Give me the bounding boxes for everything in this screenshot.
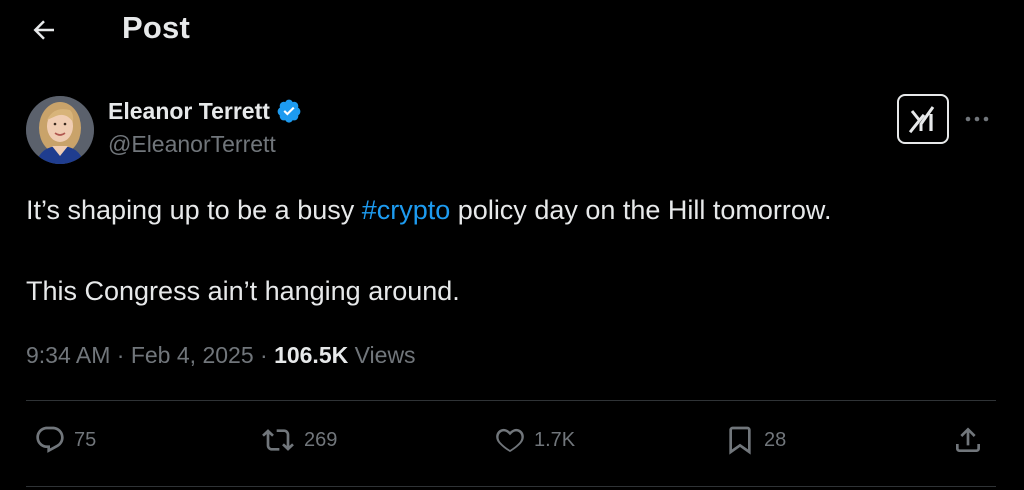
tweet-text-line-1: It’s shaping up to be a busy #crypto pol… [26,192,986,228]
tweet-text-after-hashtag: policy day on the Hill tomorrow. [450,195,832,225]
arrow-left-icon [33,20,54,40]
post-meta: 9:34 AM · Feb 4, 2025 · 106.5K Views [26,340,416,370]
reply-button[interactable]: 75 [34,418,96,462]
author-handle[interactable]: @EleanorTerrett [108,131,276,158]
more-horizontal-icon [965,116,989,122]
share-icon [956,427,980,452]
bookmark-count: 28 [764,428,787,451]
page-title: Post [122,10,190,45]
bookmark-icon [729,426,751,455]
reply-icon [36,426,64,453]
hashtag-link[interactable]: #crypto [362,195,451,225]
heart-icon [496,428,524,453]
views-count[interactable]: 106.5K [274,342,348,369]
repost-button[interactable]: 269 [260,418,337,462]
verified-badge-icon[interactable] [276,98,302,124]
post-time[interactable]: 9:34 AM [26,342,110,369]
meta-separator: · [110,341,131,368]
divider [26,400,996,401]
share-button[interactable] [952,418,984,462]
repost-icon [262,429,294,451]
views-label: Views [348,341,416,368]
author-name-row: Eleanor Terrett [108,96,302,126]
like-button[interactable]: 1.7K [494,418,575,462]
grok-button[interactable] [897,94,949,144]
like-count: 1.7K [534,428,576,451]
post-page: Post Eleanor Terrett @EleanorTerrett It’… [0,0,1024,490]
reply-count: 75 [74,428,97,451]
tweet-text-before-hashtag: It’s shaping up to be a busy [26,195,362,225]
tweet-text-line-2: This Congress ain’t hanging around. [26,276,460,306]
bookmark-button[interactable]: 28 [724,418,786,462]
divider [26,486,996,487]
back-button[interactable] [26,12,62,48]
grok-icon [908,106,935,134]
more-options-button[interactable] [962,106,992,132]
repost-count: 269 [304,428,338,451]
meta-separator: · [253,341,275,368]
top-bar: Post [0,0,1024,58]
post-date[interactable]: Feb 4, 2025 [131,342,254,369]
avatar[interactable] [26,96,94,164]
avatar-image [26,96,94,164]
author-name[interactable]: Eleanor Terrett [108,98,270,125]
action-bar: 75 269 1.7K 28 [0,418,1024,462]
